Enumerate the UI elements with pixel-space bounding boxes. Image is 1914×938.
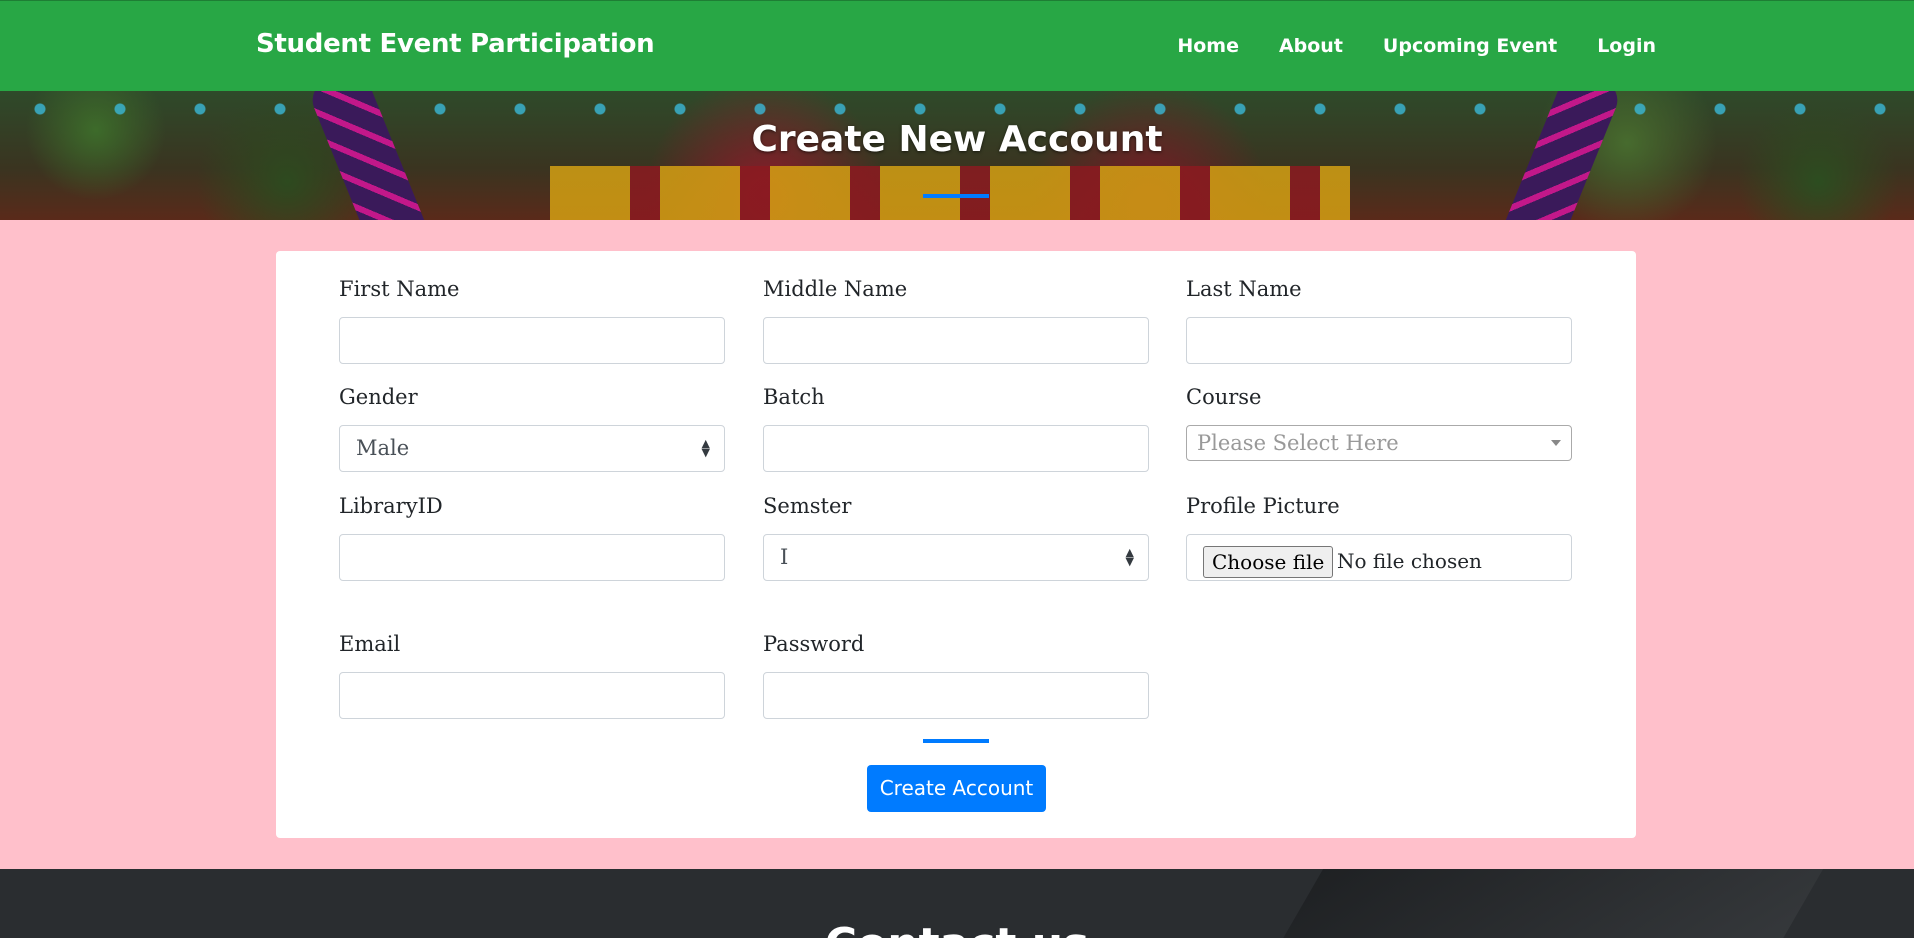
nav-home[interactable]: Home bbox=[1177, 35, 1239, 57]
password-input[interactable] bbox=[763, 672, 1149, 719]
hero-banner: Create New Account bbox=[0, 91, 1914, 220]
file-status: No file chosen bbox=[1337, 549, 1482, 573]
semester-select[interactable]: I ▲ ▼ bbox=[763, 534, 1149, 581]
brand-link[interactable]: Student Event Participation bbox=[256, 29, 655, 59]
middle-name-input[interactable] bbox=[763, 317, 1149, 364]
hero-lights-decoration bbox=[0, 103, 1914, 115]
registration-form: First Name Middle Name Last Name Gender … bbox=[276, 251, 1636, 838]
library-id-input[interactable] bbox=[339, 534, 725, 581]
gender-select[interactable]: Male ▲ ▼ bbox=[339, 425, 725, 472]
library-id-label: LibraryID bbox=[339, 494, 443, 518]
create-account-button[interactable]: Create Account bbox=[867, 765, 1046, 812]
select-arrows-icon: ▲ ▼ bbox=[701, 437, 710, 459]
choose-file-button[interactable]: Choose file bbox=[1203, 546, 1334, 578]
password-label: Password bbox=[763, 632, 865, 656]
batch-input[interactable] bbox=[763, 425, 1149, 472]
navbar: Student Event Participation Home About U… bbox=[0, 0, 1914, 91]
semester-label: Semster bbox=[763, 494, 852, 518]
nav-upcoming-event[interactable]: Upcoming Event bbox=[1383, 35, 1557, 57]
last-name-label: Last Name bbox=[1186, 277, 1302, 301]
select-arrows-icon: ▲ ▼ bbox=[1125, 546, 1134, 568]
email-input[interactable] bbox=[339, 672, 725, 719]
title-underline bbox=[923, 194, 989, 198]
footer-title: Contact us bbox=[0, 919, 1914, 938]
hero-letters-decoration bbox=[550, 166, 1350, 220]
caret-down-icon bbox=[1551, 440, 1561, 446]
profile-picture-label: Profile Picture bbox=[1186, 494, 1340, 518]
nav-links: Home About Upcoming Event Login bbox=[1177, 35, 1656, 57]
nav-about[interactable]: About bbox=[1279, 35, 1343, 57]
course-label: Course bbox=[1186, 385, 1262, 409]
gender-label: Gender bbox=[339, 385, 418, 409]
last-name-input[interactable] bbox=[1186, 317, 1572, 364]
course-select[interactable]: Please Select Here bbox=[1186, 425, 1572, 461]
gender-selected-value: Male bbox=[356, 436, 410, 460]
first-name-label: First Name bbox=[339, 277, 460, 301]
middle-name-label: Middle Name bbox=[763, 277, 908, 301]
email-label: Email bbox=[339, 632, 401, 656]
footer-contact: Contact us bbox=[0, 869, 1914, 938]
button-underline bbox=[923, 739, 989, 743]
profile-picture-input: Choose file No file chosen bbox=[1186, 534, 1572, 581]
nav-login[interactable]: Login bbox=[1597, 35, 1656, 57]
page-title: Create New Account bbox=[751, 119, 1163, 160]
batch-label: Batch bbox=[763, 385, 825, 409]
semester-selected-value: I bbox=[780, 545, 789, 569]
course-placeholder: Please Select Here bbox=[1197, 431, 1399, 455]
first-name-input[interactable] bbox=[339, 317, 725, 364]
